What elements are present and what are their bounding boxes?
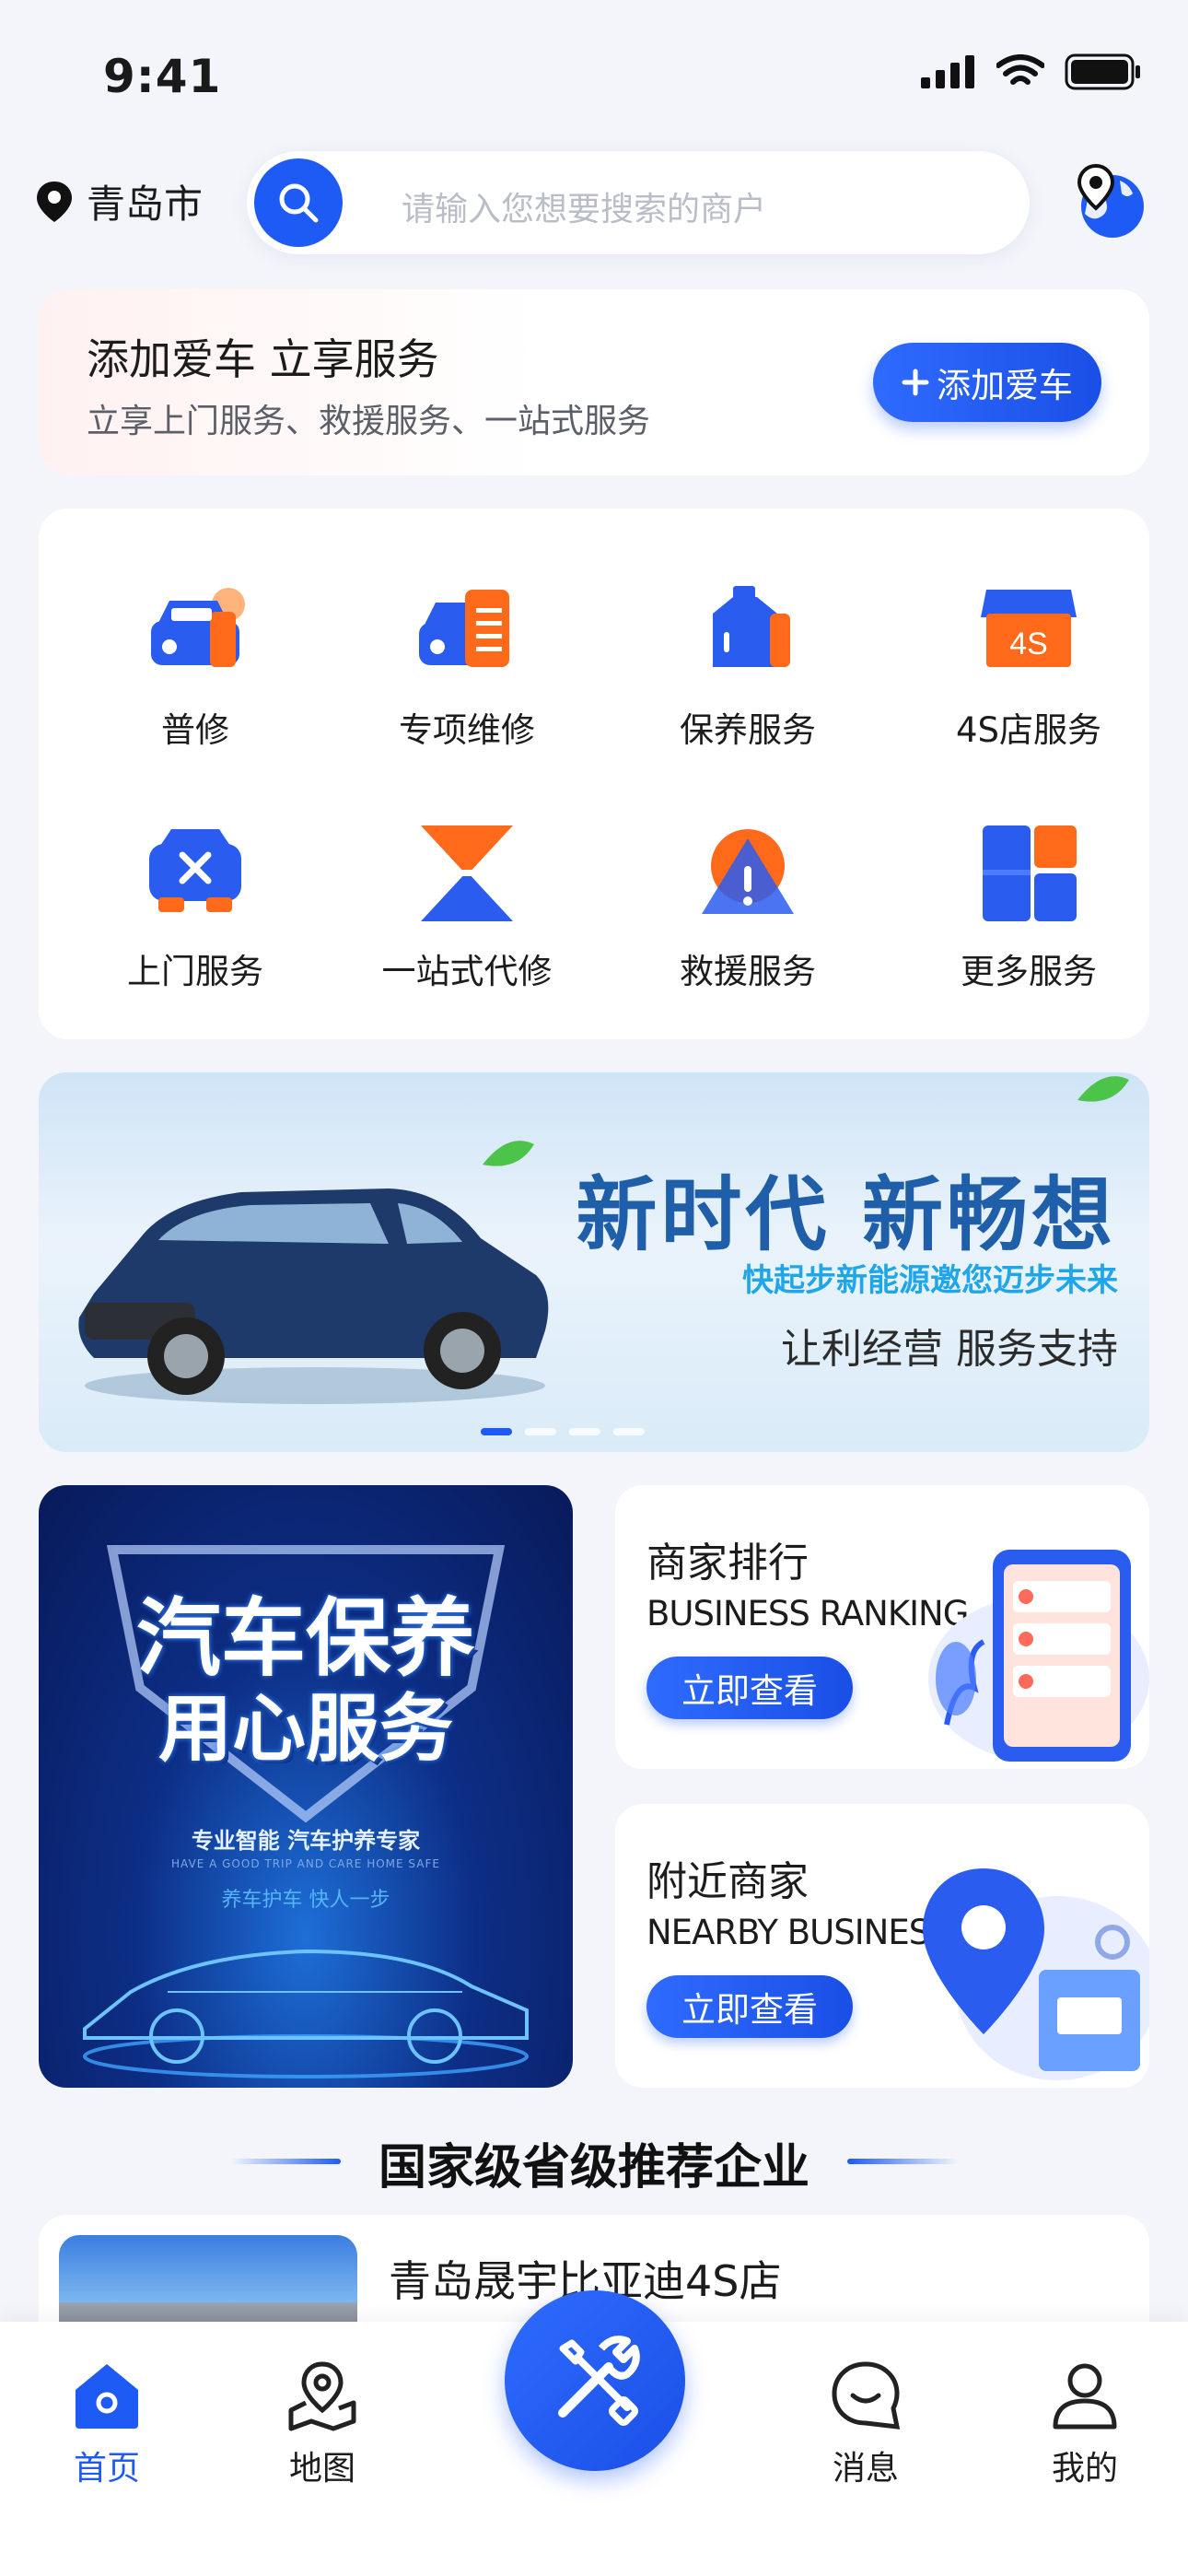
repair-tools-fab[interactable] [505,2290,685,2471]
service-door-to-door[interactable]: 上门服务 [57,818,333,993]
profile-icon [1053,2363,1117,2430]
rescue-icon [702,829,794,914]
service-more[interactable]: 更多服务 [891,818,1167,993]
ranking-view-button[interactable]: 立即查看 [646,1657,853,1719]
leaf-decor-icon [1077,1076,1129,1102]
suv-car-image [78,1188,549,1404]
city-label: 青岛市 [87,181,204,227]
service-special-repair[interactable]: 专项维修 [329,577,605,752]
nearby-view-button[interactable]: 立即查看 [646,1975,853,2038]
add-car-button-label: 添加爱车 [937,366,1073,405]
promo-banner-carousel[interactable]: 新时代 新畅想 快起步新能源邀您迈步未来 让利经营 服务支持 [39,1072,1149,1452]
service-one-stop[interactable]: 一站式代修 [329,818,605,993]
signal-icon [921,55,974,88]
tab-label: 消息 [832,2450,899,2488]
maintenance-promo-poster[interactable]: 汽车保养 用心服务 专业智能 汽车护养专家 HAVE A GOOD TRIP A… [39,1485,573,2088]
add-car-button[interactable]: 添加爱车 [873,343,1101,422]
leaf-decor-icon [483,1141,534,1166]
service-label: 救援服务 [680,952,816,991]
promo-english-tagline: HAVE A GOOD TRIP AND CARE HOME SAFE [171,1857,440,1870]
one-stop-icon [421,825,513,921]
tab-profile[interactable]: 我的 [1011,2359,1159,2489]
service-rescue[interactable]: 救援服务 [610,818,886,993]
door-service-icon [149,829,241,912]
business-ranking-card[interactable]: 商家排行 BUSINESS RANKING 立即查看 [615,1485,1149,1769]
tab-home[interactable]: 首页 [33,2359,181,2489]
ranking-title: 商家排行 [646,1540,809,1587]
promo-tagline: 专业智能 汽车护养专家 [191,1828,421,1854]
service-label: 更多服务 [961,952,1097,991]
tab-map[interactable]: 地图 [249,2359,396,2489]
add-car-subtitle: 立享上门服务、救援服务、一站式服务 [87,403,651,440]
message-icon [832,2361,901,2430]
service-label: 专项维修 [399,710,535,750]
promo-title-line2: 用心服务 [158,1686,453,1772]
service-label: 一站式代修 [381,952,553,991]
status-icons [921,53,1142,90]
search-icon [279,183,319,223]
banner-title: 新时代 新畅想 [576,1166,1116,1262]
carousel-dot[interactable] [481,1428,512,1435]
phone-ranking-illustration [928,1550,1149,1762]
location-pin-icon [37,181,72,222]
carousel-indicator[interactable] [481,1428,645,1435]
search-input[interactable]: 请输入您想要搜索的商户 [402,182,766,230]
add-car-card: 添加爱车 立享服务 立享上门服务、救援服务、一站式服务 添加爱车 [39,289,1149,475]
carousel-dot[interactable] [613,1428,645,1435]
battery-icon [1065,53,1140,90]
tab-label: 我的 [1051,2450,1118,2488]
more-grid-icon [983,825,1077,921]
location-selector[interactable]: 青岛市 [35,173,203,229]
carousel-dot[interactable] [569,1428,600,1435]
wrench-screwdriver-icon [558,2336,640,2426]
service-label: 4S店服务 [955,710,1102,750]
map-pin-store-illustration [923,1868,1149,2080]
car-repair-icon [151,588,245,667]
holo-car-image [83,1949,529,2078]
special-repair-icon [419,590,509,667]
carousel-dot[interactable] [525,1428,556,1435]
nearby-businesses-card[interactable]: 附近商家 NEARBY BUSINESSES 立即查看 [615,1804,1149,2088]
service-4s-store[interactable]: 4S 4S店服务 [891,577,1167,752]
banner-subtitle: 快起步新能源邀您迈步未来 [742,1262,1118,1299]
service-label: 普修 [161,710,229,750]
service-label: 保养服务 [680,710,816,750]
add-car-title: 添加爱车 立享服务 [87,334,439,384]
home-icon [76,2364,138,2429]
services-grid: 普修 专项维修 保养服务 4S 4S店服务 上门服务 一站式代修 救援服务 更多… [39,509,1149,1039]
wifi-icon [996,54,1044,85]
plus-icon [902,369,929,396]
banner-subtitle-2: 让利经营 服务支持 [781,1326,1118,1373]
4s-store-icon: 4S [981,590,1077,667]
recommended-section-title: 国家级省级推荐企业 [378,2140,809,2195]
search-button[interactable] [254,158,343,247]
service-maintenance[interactable]: 保养服务 [610,577,886,752]
section-title-decor-right [847,2159,958,2164]
map-icon [288,2361,356,2431]
oil-bottle-icon [713,586,790,667]
search-bar[interactable]: 请输入您想要搜索的商户 [247,151,1030,254]
tab-label: 地图 [288,2450,355,2488]
service-general-repair[interactable]: 普修 [57,577,333,752]
service-label: 上门服务 [127,952,263,991]
4s-badge-text: 4S [1009,626,1048,662]
tab-label: 首页 [73,2450,140,2488]
status-time: 9:41 [103,50,222,103]
nearby-title: 附近商家 [646,1858,809,1905]
tab-messages[interactable]: 消息 [792,2359,939,2489]
promo-slogan: 养车护车 快人一步 [221,1889,390,1912]
globe-location-icon[interactable] [1072,162,1146,241]
